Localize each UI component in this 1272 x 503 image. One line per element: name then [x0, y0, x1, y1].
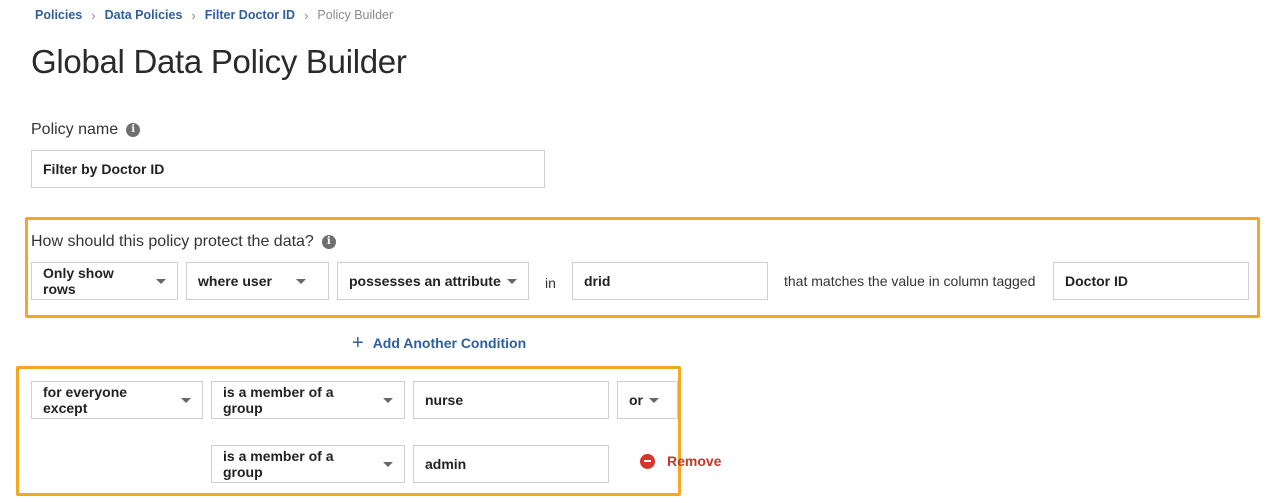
chevron-right-icon: › [91, 7, 96, 23]
caret-down-icon [649, 397, 659, 403]
caret-down-icon [383, 461, 393, 467]
predicate-select-value: possesses an attribute [349, 273, 501, 289]
condition-select[interactable]: where user [186, 262, 329, 300]
breadcrumb-link-filter-doctor-id[interactable]: Filter Doctor ID [205, 8, 295, 22]
caret-down-icon [296, 278, 306, 284]
relation-select-2[interactable]: is a member of a group [211, 445, 405, 483]
breadcrumb-current: Policy Builder [317, 8, 394, 22]
breadcrumb: Policies › Data Policies › Filter Doctor… [35, 7, 393, 23]
conjunction-select-value: or [629, 392, 643, 408]
column-tag-input[interactable]: Doctor ID [1053, 262, 1249, 300]
group-input-1[interactable]: nurse [413, 381, 609, 419]
breadcrumb-link-data-policies[interactable]: Data Policies [105, 8, 183, 22]
add-condition-label: Add Another Condition [372, 335, 527, 351]
policy-name-input[interactable]: Filter by Doctor ID [31, 150, 545, 188]
info-icon[interactable]: i [321, 235, 336, 249]
remove-button[interactable]: Remove [640, 453, 721, 469]
plus-icon: + [352, 332, 364, 354]
policy-name-label: Policy name i [31, 120, 141, 140]
add-condition-button[interactable]: + Add Another Condition [352, 332, 527, 354]
attribute-input[interactable]: drid [572, 262, 768, 300]
chevron-right-icon: › [191, 7, 196, 23]
group-input-2[interactable]: admin [413, 445, 609, 483]
relation-select-2-value: is a member of a group [223, 448, 334, 480]
breadcrumb-link-policies[interactable]: Policies [35, 8, 82, 22]
scope-select[interactable]: for everyone except [31, 381, 203, 419]
chevron-right-icon: › [304, 7, 309, 23]
caret-down-icon [383, 397, 393, 403]
protection-label: How should this policy protect the data?… [31, 232, 336, 252]
caret-down-icon [156, 278, 166, 284]
in-text: in [545, 275, 556, 291]
policy-name-label-text: Policy name [31, 121, 119, 138]
relation-select-1-value: is a member of a group [223, 384, 334, 416]
action-select[interactable]: Only show rows [31, 262, 178, 300]
conjunction-select[interactable]: or [617, 381, 678, 419]
remove-circle-icon [640, 453, 655, 469]
condition-select-value: where user [198, 273, 272, 289]
predicate-select[interactable]: possesses an attribute [337, 262, 529, 300]
scope-select-value: for everyone except [43, 384, 128, 416]
action-select-value: Only show rows [43, 265, 114, 297]
info-icon[interactable]: i [126, 123, 141, 137]
match-text: that matches the value in column tagged [784, 273, 1036, 289]
caret-down-icon [506, 278, 517, 284]
page-title: Global Data Policy Builder [31, 43, 407, 80]
remove-label: Remove [667, 453, 722, 469]
caret-down-icon [181, 397, 191, 403]
protection-label-text: How should this policy protect the data? [31, 233, 314, 250]
relation-select-1[interactable]: is a member of a group [211, 381, 405, 419]
